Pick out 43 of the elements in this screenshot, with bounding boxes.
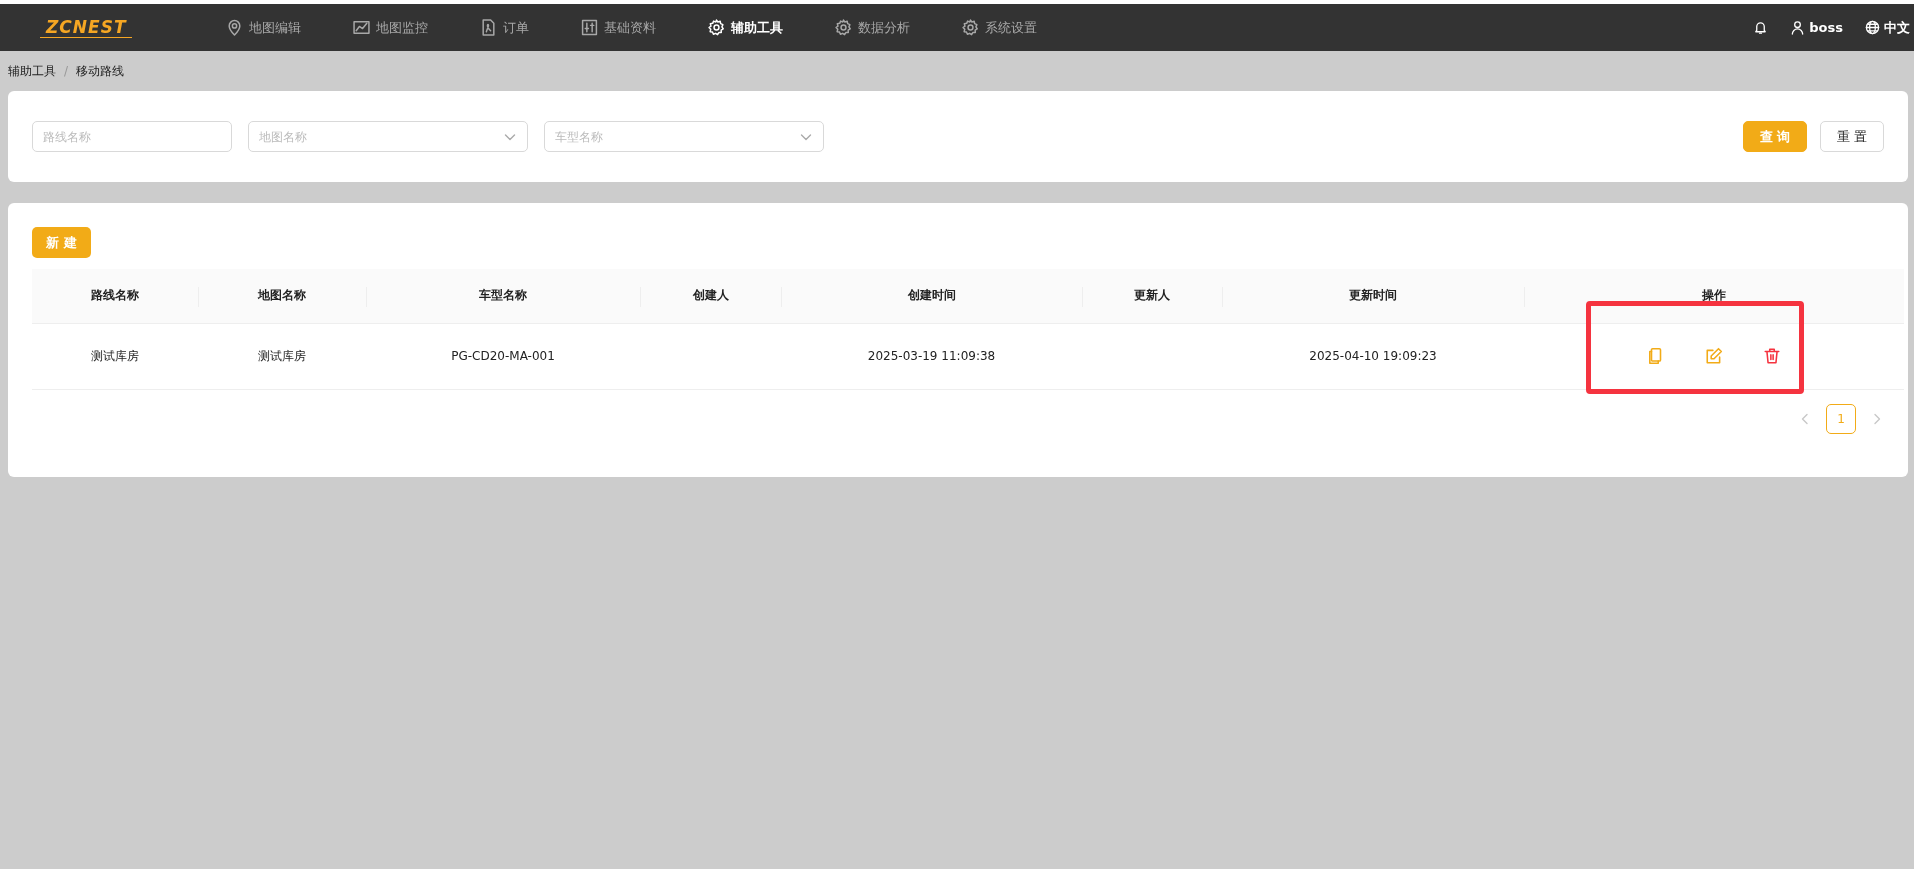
select-field[interactable]: 车型名称	[544, 121, 824, 152]
column-header: 创建人	[640, 269, 781, 323]
chevron-down-icon	[504, 131, 516, 143]
column-header: 路线名称	[32, 269, 198, 323]
sliders-icon	[581, 19, 599, 36]
settings-icon	[835, 19, 853, 36]
column-header: 更新人	[1082, 269, 1222, 323]
breadcrumb-item[interactable]: 辅助工具	[8, 62, 56, 80]
trash-icon[interactable]	[1763, 347, 1781, 365]
settings-icon	[708, 19, 726, 36]
language-selector[interactable]: 中文	[1884, 18, 1910, 37]
column-header: 地图名称	[198, 269, 366, 323]
select-field[interactable]: 地图名称	[248, 121, 528, 152]
column-header: 更新时间	[1222, 269, 1524, 323]
chevron-down-icon	[800, 131, 812, 143]
globe-icon	[1865, 20, 1880, 35]
bell-icon[interactable]	[1753, 20, 1769, 35]
user-icon	[1790, 20, 1806, 35]
edit-icon[interactable]	[1705, 347, 1723, 365]
breadcrumb-item: 移动路线	[76, 62, 125, 80]
document-icon	[480, 19, 498, 36]
nav-item[interactable]: 地图监控	[349, 18, 433, 37]
table-cell: 2025-04-10 19:09:23	[1309, 349, 1437, 363]
nav-item[interactable]: 基础资料	[577, 18, 661, 37]
settings-icon	[962, 19, 980, 36]
nav-item[interactable]: 辅助工具	[704, 18, 788, 37]
nav-item[interactable]: 地图编辑	[222, 18, 306, 37]
table-cell: 2025-03-19 11:09:38	[867, 349, 996, 363]
column-header: 创建时间	[781, 269, 1082, 323]
line-chart-icon	[353, 19, 371, 36]
breadcrumb-separator: /	[64, 64, 69, 78]
nav-item[interactable]: 数据分析	[831, 18, 915, 37]
table-cell: 测试库房	[91, 348, 139, 363]
nav-item[interactable]: 系统设置	[958, 18, 1042, 37]
table-cell: 测试库房	[258, 348, 306, 363]
nav-item[interactable]: 订单	[476, 18, 534, 37]
reset-button[interactable]: 重 置	[1820, 121, 1884, 152]
column-header: 车型名称	[366, 269, 640, 323]
logo: ZCNEST	[40, 17, 133, 38]
input-field[interactable]: 路线名称	[32, 121, 232, 152]
user-name[interactable]: boss	[1809, 20, 1843, 35]
column-header: 操作	[1524, 269, 1904, 323]
table-cell: PG-CD20-MA-001	[451, 349, 555, 363]
